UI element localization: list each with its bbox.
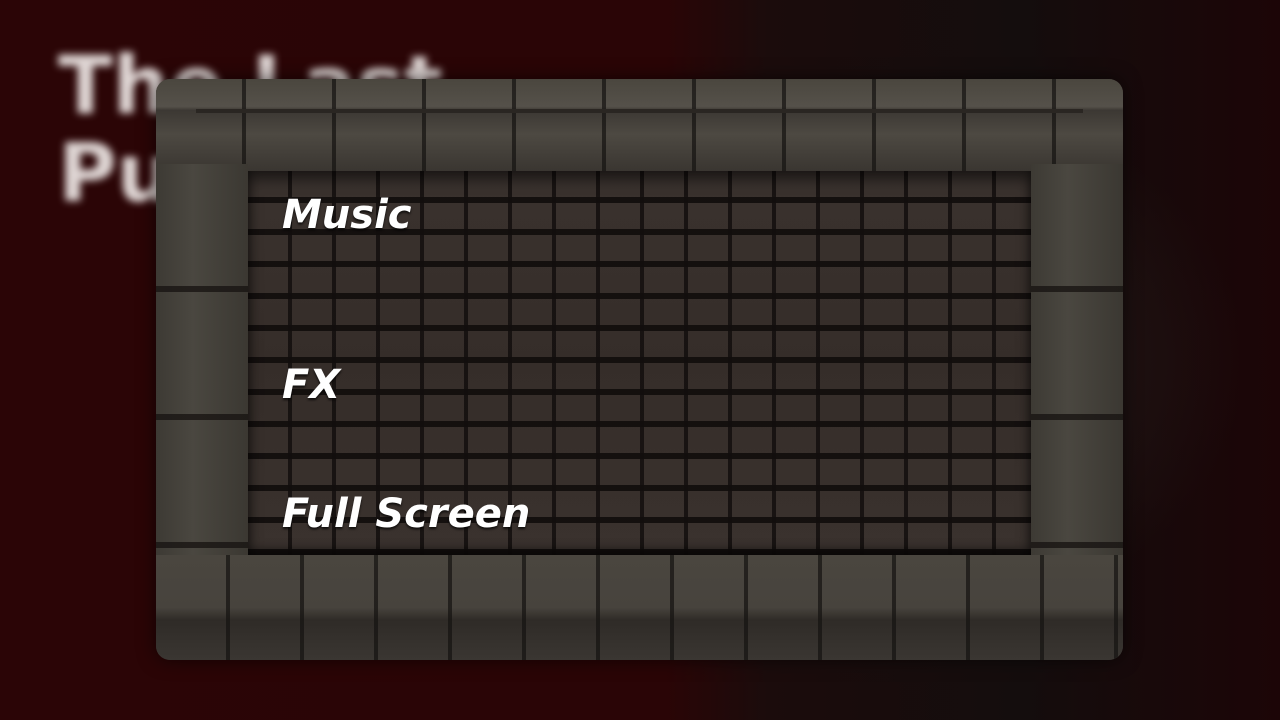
stone-frame-left bbox=[156, 164, 248, 565]
fx-option[interactable]: FX bbox=[282, 361, 340, 409]
stone-frame-bottom bbox=[156, 555, 1123, 660]
stone-frame-right bbox=[1031, 164, 1123, 565]
game-screen: The Last Pu Music FX Full Screen bbox=[0, 0, 1280, 720]
music-option[interactable]: Music bbox=[282, 191, 412, 239]
full-screen-option[interactable]: Full Screen bbox=[282, 490, 530, 538]
stone-frame-top bbox=[156, 79, 1123, 171]
